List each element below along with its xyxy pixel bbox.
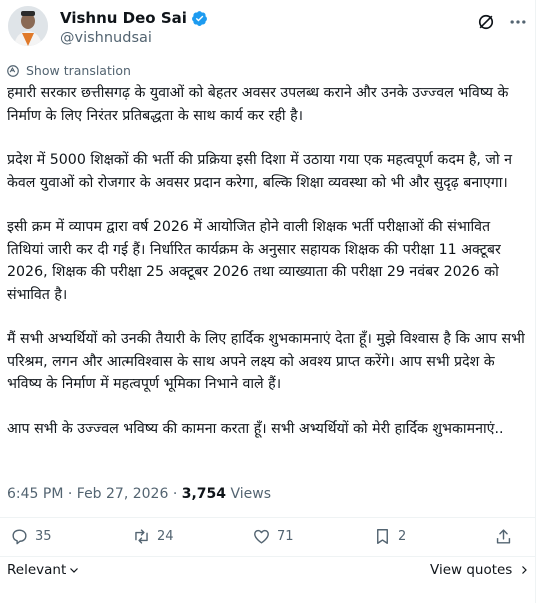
post-paragraph: मैं सभी अभ्यर्थियों को उनकी तैयारी के लि… bbox=[7, 331, 525, 392]
more-options-icon[interactable] bbox=[508, 12, 528, 32]
post-paragraph: हमारी सरकार छत्तीसगढ़ के युवाओं को बेहतर… bbox=[7, 85, 509, 124]
view-quotes-label: View quotes bbox=[430, 562, 513, 578]
chevron-down-icon bbox=[70, 568, 79, 573]
reply-icon bbox=[12, 529, 27, 545]
post-meta: 6:45 PM · Feb 27, 2026 · 3,754 Views bbox=[7, 486, 271, 502]
avatar[interactable] bbox=[8, 6, 48, 46]
divider bbox=[0, 556, 536, 557]
share-icon bbox=[496, 529, 511, 544]
like-button[interactable]: 71 bbox=[252, 527, 294, 546]
repost-button[interactable]: 24 bbox=[132, 527, 174, 546]
post-header: Vishnu Deo Sai @vishnudsai bbox=[0, 0, 536, 56]
avatar-image bbox=[8, 6, 48, 46]
post-paragraph: प्रदेश में 5000 शिक्षकों की भर्ती की प्र… bbox=[7, 152, 512, 191]
heart-icon bbox=[254, 529, 269, 544]
display-name[interactable]: Vishnu Deo Sai bbox=[60, 9, 187, 27]
like-count: 71 bbox=[277, 529, 294, 544]
post-paragraph: इसी क्रम में व्यापम द्वारा वर्ष 2026 में… bbox=[7, 219, 501, 303]
bookmark-button[interactable]: 2 bbox=[373, 527, 406, 546]
verified-badge-icon bbox=[191, 10, 207, 26]
post-text: हमारी सरकार छत्तीसगढ़ के युवाओं को बेहतर… bbox=[7, 82, 527, 440]
chevron-right-icon bbox=[522, 566, 528, 574]
repost-count: 24 bbox=[157, 529, 174, 544]
reply-sort-label: Relevant bbox=[7, 562, 67, 578]
translate-icon bbox=[7, 64, 19, 77]
repost-icon bbox=[135, 529, 148, 544]
views-label: Views bbox=[226, 486, 271, 502]
views-count[interactable]: 3,754 bbox=[182, 486, 226, 502]
view-quotes-link[interactable]: View quotes bbox=[430, 562, 530, 578]
post-paragraph: आप सभी के उज्ज्वल भविष्य की कामना करता ह… bbox=[7, 420, 504, 437]
user-handle[interactable]: @vishnudsai bbox=[60, 30, 152, 46]
show-translation-button[interactable]: Show translation bbox=[6, 63, 131, 78]
share-button[interactable] bbox=[494, 527, 513, 546]
show-translation-label: Show translation bbox=[26, 63, 131, 78]
meta-separator: · bbox=[63, 486, 77, 502]
bookmark-icon bbox=[377, 529, 388, 544]
reply-count: 35 bbox=[35, 529, 52, 544]
post-date[interactable]: Feb 27, 2026 bbox=[77, 486, 169, 502]
meta-separator: · bbox=[168, 486, 182, 502]
reply-sort-dropdown[interactable]: Relevant bbox=[7, 562, 80, 578]
divider bbox=[0, 517, 536, 518]
post-detail: Vishnu Deo Sai @vishnudsai Show translat… bbox=[0, 0, 536, 603]
grok-icon[interactable] bbox=[476, 12, 496, 32]
name-row: Vishnu Deo Sai bbox=[60, 9, 208, 27]
bookmark-count: 2 bbox=[398, 529, 407, 544]
action-bar: 35 24 71 2 bbox=[0, 527, 536, 557]
reply-button[interactable]: 35 bbox=[10, 527, 52, 546]
post-time[interactable]: 6:45 PM bbox=[7, 486, 63, 502]
